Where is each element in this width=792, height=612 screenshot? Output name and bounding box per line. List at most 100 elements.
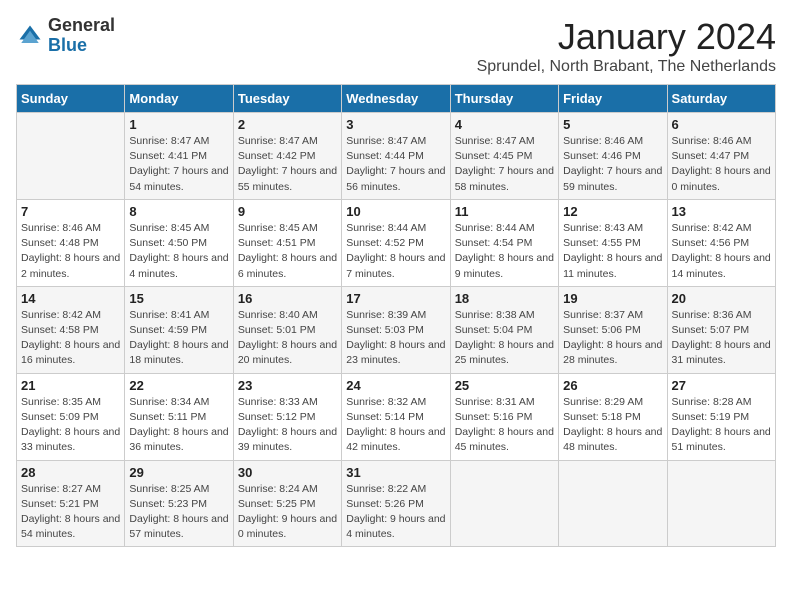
calendar-cell: 15 Sunrise: 8:41 AMSunset: 4:59 PMDayligh…: [125, 286, 233, 373]
calendar-cell: 1 Sunrise: 8:47 AMSunset: 4:41 PMDaylight…: [125, 113, 233, 200]
calendar-cell: 5 Sunrise: 8:46 AMSunset: 4:46 PMDaylight…: [559, 113, 667, 200]
day-info: Sunrise: 8:37 AMSunset: 5:06 PMDaylight:…: [563, 308, 662, 369]
day-number: 26: [563, 378, 662, 393]
day-info: Sunrise: 8:34 AMSunset: 5:11 PMDaylight:…: [129, 395, 228, 456]
day-info: Sunrise: 8:44 AMSunset: 4:54 PMDaylight:…: [455, 221, 554, 282]
calendar-cell: 24 Sunrise: 8:32 AMSunset: 5:14 PMDayligh…: [342, 373, 450, 460]
header-sunday: Sunday: [17, 85, 125, 113]
day-number: 8: [129, 204, 228, 219]
day-info: Sunrise: 8:38 AMSunset: 5:04 PMDaylight:…: [455, 308, 554, 369]
day-info: Sunrise: 8:25 AMSunset: 5:23 PMDaylight:…: [129, 482, 228, 543]
calendar-cell: 3Sunrise: 8:47 AMSunset: 4:44 PMDaylight…: [342, 113, 450, 200]
day-number: 27: [672, 378, 771, 393]
day-number: 11: [455, 204, 554, 219]
day-number: 15: [129, 291, 228, 306]
calendar-cell: 19 Sunrise: 8:37 AMSunset: 5:06 PMDayligh…: [559, 286, 667, 373]
calendar-cell: 16 Sunrise: 8:40 AMSunset: 5:01 PMDayligh…: [233, 286, 341, 373]
calendar-cell: 27 Sunrise: 8:28 AMSunset: 5:19 PMDayligh…: [667, 373, 775, 460]
calendar-header-row: SundayMondayTuesdayWednesdayThursdayFrid…: [17, 85, 776, 113]
day-number: 12: [563, 204, 662, 219]
calendar-cell: 29 Sunrise: 8:25 AMSunset: 5:23 PMDayligh…: [125, 460, 233, 547]
calendar-week-row: 28 Sunrise: 8:27 AMSunset: 5:21 PMDayligh…: [17, 460, 776, 547]
day-number: 29: [129, 465, 228, 480]
day-info: Sunrise: 8:36 AMSunset: 5:07 PMDaylight:…: [672, 308, 771, 369]
logo-general: General: [48, 16, 115, 36]
day-number: 4: [455, 117, 554, 132]
calendar-week-row: 14Sunrise: 8:42 AMSunset: 4:58 PMDayligh…: [17, 286, 776, 373]
day-info: Sunrise: 8:29 AMSunset: 5:18 PMDaylight:…: [563, 395, 662, 456]
calendar-cell: 21 Sunrise: 8:35 AMSunset: 5:09 PMDayligh…: [17, 373, 125, 460]
logo-text: General Blue: [48, 16, 115, 56]
month-title: January 2024: [477, 16, 776, 58]
day-info: Sunrise: 8:24 AMSunset: 5:25 PMDaylight:…: [238, 482, 337, 543]
day-info: Sunrise: 8:47 AMSunset: 4:44 PMDaylight:…: [346, 134, 445, 195]
day-number: 2: [238, 117, 337, 132]
calendar-cell: 26 Sunrise: 8:29 AMSunset: 5:18 PMDayligh…: [559, 373, 667, 460]
day-number: 28: [21, 465, 120, 480]
page-header: General Blue January 2024 Sprundel, Nort…: [16, 16, 776, 76]
day-info: Sunrise: 8:35 AMSunset: 5:09 PMDaylight:…: [21, 395, 120, 456]
calendar-cell: [667, 460, 775, 547]
day-info: Sunrise: 8:46 AMSunset: 4:48 PMDaylight:…: [21, 221, 120, 282]
day-info: Sunrise: 8:32 AMSunset: 5:14 PMDaylight:…: [346, 395, 445, 456]
day-number: 23: [238, 378, 337, 393]
day-info: Sunrise: 8:46 AMSunset: 4:46 PMDaylight:…: [563, 134, 662, 195]
day-info: Sunrise: 8:28 AMSunset: 5:19 PMDaylight:…: [672, 395, 771, 456]
calendar-cell: 23 Sunrise: 8:33 AMSunset: 5:12 PMDayligh…: [233, 373, 341, 460]
day-number: 24: [346, 378, 445, 393]
logo-icon: [16, 22, 44, 50]
day-number: 21: [21, 378, 120, 393]
calendar-cell: [559, 460, 667, 547]
header-friday: Friday: [559, 85, 667, 113]
day-info: Sunrise: 8:45 AMSunset: 4:50 PMDaylight:…: [129, 221, 228, 282]
calendar-cell: 8 Sunrise: 8:45 AMSunset: 4:50 PMDaylight…: [125, 199, 233, 286]
day-number: 19: [563, 291, 662, 306]
day-info: Sunrise: 8:47 AMSunset: 4:41 PMDaylight:…: [129, 134, 228, 195]
calendar-cell: 12 Sunrise: 8:43 AMSunset: 4:55 PMDayligh…: [559, 199, 667, 286]
logo: General Blue: [16, 16, 115, 56]
calendar-cell: [450, 460, 558, 547]
day-info: Sunrise: 8:42 AMSunset: 4:56 PMDaylight:…: [672, 221, 771, 282]
title-block: January 2024 Sprundel, North Brabant, Th…: [477, 16, 776, 76]
day-number: 20: [672, 291, 771, 306]
calendar-cell: 2Sunrise: 8:47 AMSunset: 4:42 PMDaylight…: [233, 113, 341, 200]
day-info: Sunrise: 8:31 AMSunset: 5:16 PMDaylight:…: [455, 395, 554, 456]
day-info: Sunrise: 8:22 AMSunset: 5:26 PMDaylight:…: [346, 482, 445, 543]
day-number: 18: [455, 291, 554, 306]
day-number: 1: [129, 117, 228, 132]
day-number: 25: [455, 378, 554, 393]
day-info: Sunrise: 8:27 AMSunset: 5:21 PMDaylight:…: [21, 482, 120, 543]
calendar-cell: 7 Sunrise: 8:46 AMSunset: 4:48 PMDaylight…: [17, 199, 125, 286]
calendar-cell: [17, 113, 125, 200]
day-number: 5: [563, 117, 662, 132]
calendar-cell: 6 Sunrise: 8:46 AMSunset: 4:47 PMDaylight…: [667, 113, 775, 200]
day-number: 16: [238, 291, 337, 306]
calendar-cell: 22Sunrise: 8:34 AMSunset: 5:11 PMDayligh…: [125, 373, 233, 460]
day-number: 13: [672, 204, 771, 219]
day-number: 17: [346, 291, 445, 306]
calendar-cell: 11 Sunrise: 8:44 AMSunset: 4:54 PMDayligh…: [450, 199, 558, 286]
day-number: 31: [346, 465, 445, 480]
header-thursday: Thursday: [450, 85, 558, 113]
day-number: 6: [672, 117, 771, 132]
calendar-cell: 9Sunrise: 8:45 AMSunset: 4:51 PMDaylight…: [233, 199, 341, 286]
logo-blue: Blue: [48, 36, 115, 56]
day-info: Sunrise: 8:33 AMSunset: 5:12 PMDaylight:…: [238, 395, 337, 456]
day-info: Sunrise: 8:43 AMSunset: 4:55 PMDaylight:…: [563, 221, 662, 282]
calendar-table: SundayMondayTuesdayWednesdayThursdayFrid…: [16, 84, 776, 547]
calendar-week-row: 1 Sunrise: 8:47 AMSunset: 4:41 PMDaylight…: [17, 113, 776, 200]
day-info: Sunrise: 8:45 AMSunset: 4:51 PMDaylight:…: [238, 221, 337, 282]
calendar-cell: 14Sunrise: 8:42 AMSunset: 4:58 PMDayligh…: [17, 286, 125, 373]
day-info: Sunrise: 8:40 AMSunset: 5:01 PMDaylight:…: [238, 308, 337, 369]
calendar-cell: 4Sunrise: 8:47 AMSunset: 4:45 PMDaylight…: [450, 113, 558, 200]
day-info: Sunrise: 8:42 AMSunset: 4:58 PMDaylight:…: [21, 308, 120, 369]
calendar-week-row: 7 Sunrise: 8:46 AMSunset: 4:48 PMDaylight…: [17, 199, 776, 286]
header-wednesday: Wednesday: [342, 85, 450, 113]
day-info: Sunrise: 8:39 AMSunset: 5:03 PMDaylight:…: [346, 308, 445, 369]
calendar-cell: 31 Sunrise: 8:22 AMSunset: 5:26 PMDayligh…: [342, 460, 450, 547]
day-info: Sunrise: 8:41 AMSunset: 4:59 PMDaylight:…: [129, 308, 228, 369]
calendar-cell: 20 Sunrise: 8:36 AMSunset: 5:07 PMDayligh…: [667, 286, 775, 373]
day-info: Sunrise: 8:46 AMSunset: 4:47 PMDaylight:…: [672, 134, 771, 195]
calendar-cell: 28 Sunrise: 8:27 AMSunset: 5:21 PMDayligh…: [17, 460, 125, 547]
day-number: 7: [21, 204, 120, 219]
